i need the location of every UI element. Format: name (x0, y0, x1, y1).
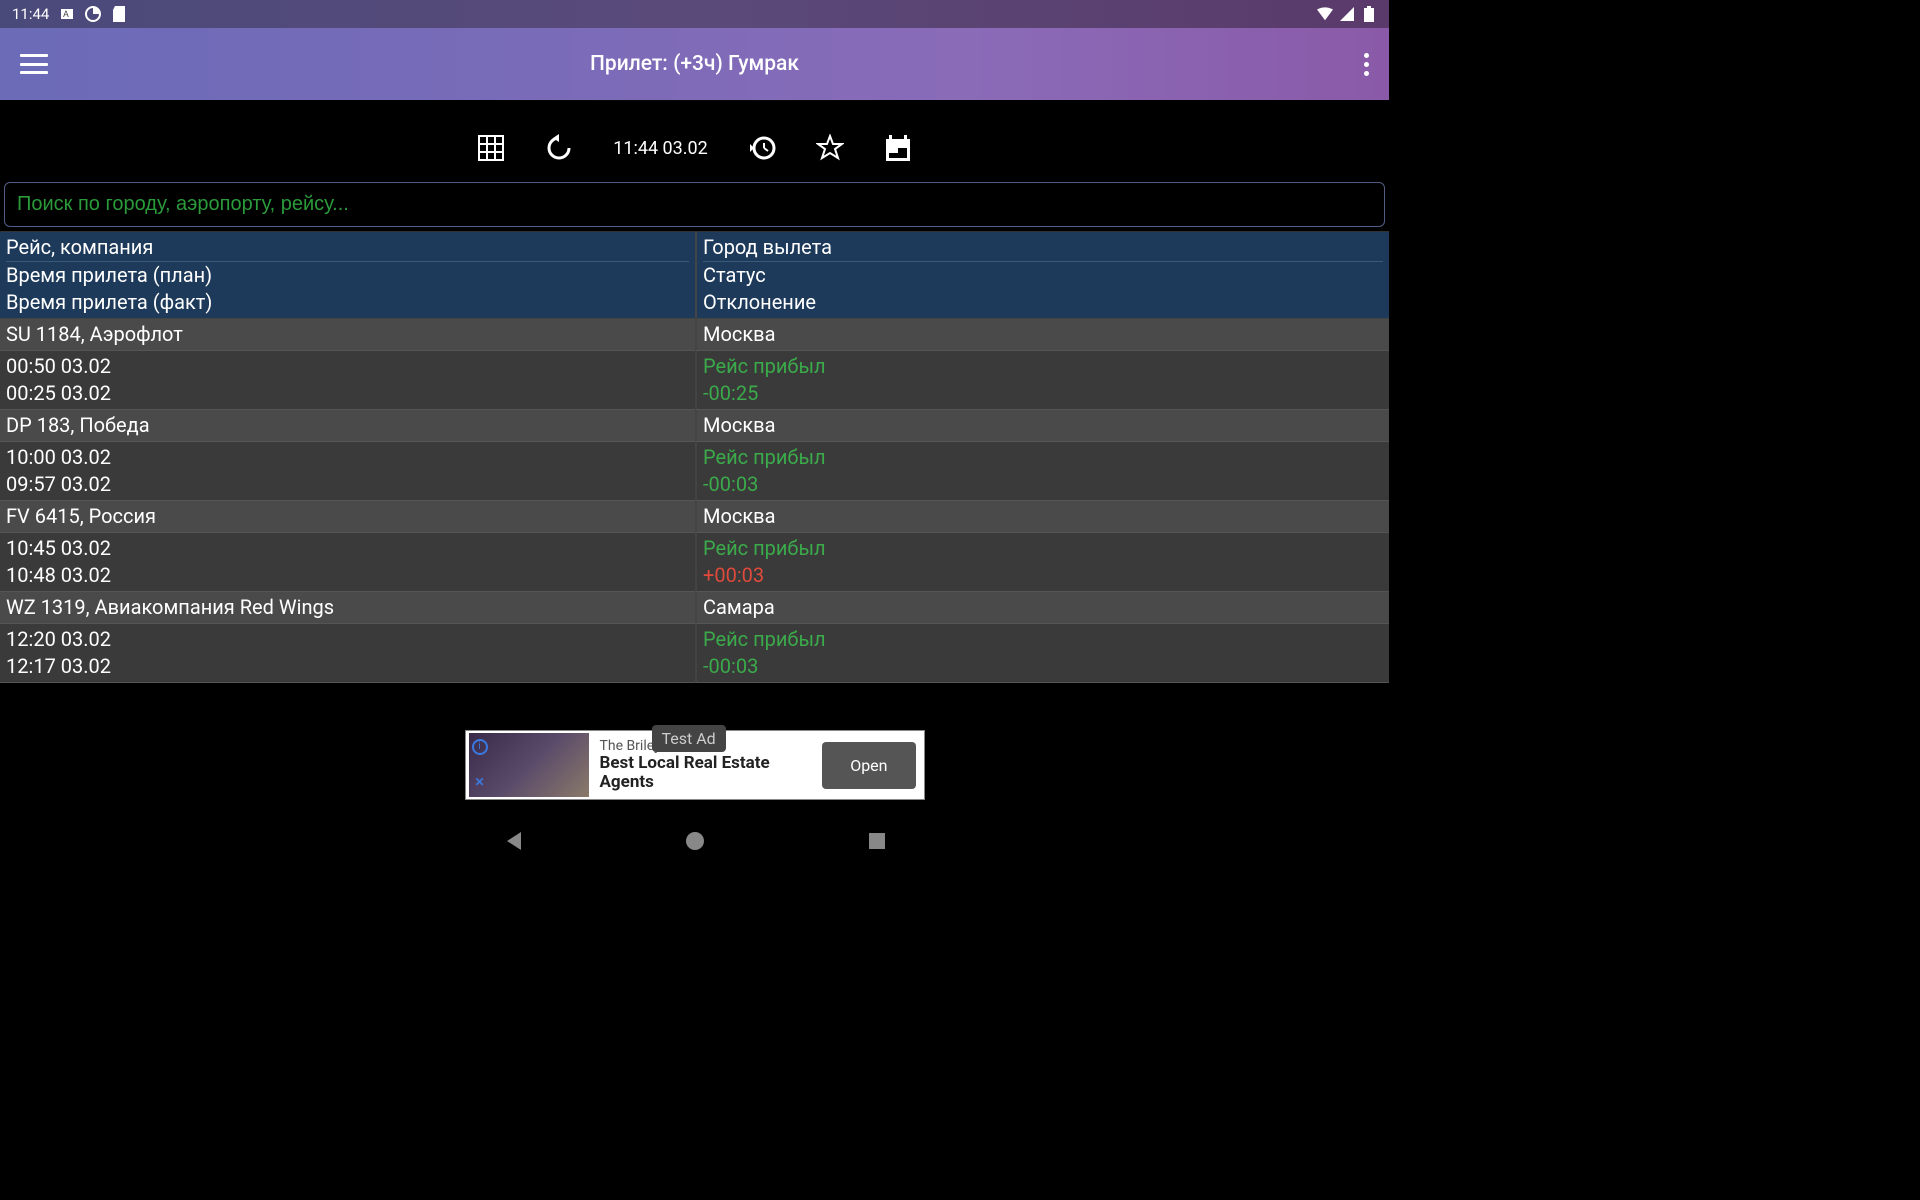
page-title: Прилет: (+3ч) Гумрак (590, 52, 799, 76)
cell-status: Рейс прибыл (703, 353, 1383, 380)
cell-city: Москва (695, 501, 1389, 533)
ad-banner[interactable]: i ✕ The Briley Best Local Real Estate Ag… (465, 730, 925, 800)
home-button[interactable] (684, 830, 706, 852)
table-row[interactable]: WZ 1319, Авиакомпания Red WingsСамара (0, 592, 1389, 624)
header-curve (0, 100, 1389, 118)
cell-deviation: -00:03 (703, 653, 1383, 680)
cell-flight: DP 183, Победа (0, 410, 695, 442)
cell-flight: WZ 1319, Авиакомпания Red Wings (0, 592, 695, 624)
cell-plan-time: 12:20 03.02 (6, 626, 689, 653)
cell-city: Москва (695, 410, 1389, 442)
signal-icon (1339, 6, 1355, 22)
cell-flight: FV 6415, Россия (0, 501, 695, 533)
header-deviation: Отклонение (703, 289, 1383, 316)
overflow-menu-button[interactable] (1364, 53, 1369, 76)
calendar-button[interactable] (884, 134, 912, 162)
history-button[interactable] (748, 134, 776, 162)
status-bar: 11:44 A (0, 0, 1389, 28)
table-row[interactable]: SU 1184, АэрофлотМосква (0, 319, 1389, 351)
header-arrival-fact: Время прилета (факт) (6, 289, 689, 316)
ad-badge: Test Ad (652, 725, 726, 752)
cell-fact-time: 12:17 03.02 (6, 653, 689, 680)
wifi-icon (1317, 6, 1333, 22)
cell-city: Москва (695, 319, 1389, 351)
refresh-button[interactable] (545, 134, 573, 162)
cell-plan-time: 10:00 03.02 (6, 444, 689, 471)
app-bar: Прилет: (+3ч) Гумрак (0, 28, 1389, 100)
ad-close-icon[interactable]: ✕ (472, 775, 488, 791)
ad-cta-button[interactable]: Open (822, 742, 915, 789)
ad-image: i ✕ (469, 733, 589, 797)
cell-plan-time: 10:45 03.02 (6, 535, 689, 562)
table-row[interactable]: FV 6415, РоссияМосква (0, 501, 1389, 533)
sd-card-icon (111, 6, 127, 22)
cell-fact-time: 10:48 03.02 (6, 562, 689, 589)
status-time: 11:44 (12, 5, 49, 23)
ad-info-icon[interactable]: i (472, 739, 488, 755)
table-row[interactable]: 00:50 03.0200:25 03.02 Рейс прибыл-00:25 (0, 351, 1389, 410)
cell-plan-time: 00:50 03.02 (6, 353, 689, 380)
header-flight-company: Рейс, компания (6, 234, 689, 261)
header-status: Статус (703, 261, 1383, 289)
cell-city: Самара (695, 592, 1389, 624)
menu-button[interactable] (20, 54, 48, 74)
favorite-button[interactable] (816, 134, 844, 162)
header-departure-city: Город вылета (703, 234, 1383, 261)
cell-deviation: +00:03 (703, 562, 1383, 589)
circle-icon (85, 6, 101, 22)
search-input[interactable] (4, 182, 1385, 227)
table-row[interactable]: 10:45 03.0210:48 03.02 Рейс прибыл+00:03 (0, 533, 1389, 592)
cell-status: Рейс прибыл (703, 626, 1383, 653)
back-button[interactable] (502, 830, 524, 852)
svg-text:A: A (63, 10, 69, 20)
navigation-bar (0, 814, 1389, 868)
cell-deviation: -00:03 (703, 471, 1383, 498)
recents-button[interactable] (866, 830, 888, 852)
table-row[interactable]: 12:20 03.0212:17 03.02 Рейс прибыл-00:03 (0, 624, 1389, 683)
header-arrival-plan: Время прилета (план) (6, 261, 689, 289)
cell-fact-time: 09:57 03.02 (6, 471, 689, 498)
flights-table: Рейс, компания Время прилета (план) Врем… (0, 231, 1389, 683)
cell-flight: SU 1184, Аэрофлот (0, 319, 695, 351)
toolbar-datetime: 11:44 03.02 (613, 138, 708, 159)
toolbar: 11:44 03.02 (0, 118, 1389, 178)
cell-status: Рейс прибыл (703, 444, 1383, 471)
cell-fact-time: 00:25 03.02 (6, 380, 689, 407)
cell-deviation: -00:25 (703, 380, 1383, 407)
cell-status: Рейс прибыл (703, 535, 1383, 562)
table-header-row: Рейс, компания Время прилета (план) Врем… (0, 232, 1389, 319)
keyboard-icon: A (59, 6, 75, 22)
table-row[interactable]: DP 183, ПобедаМосква (0, 410, 1389, 442)
grid-button[interactable] (477, 134, 505, 162)
battery-icon (1361, 6, 1377, 22)
ad-title: Best Local Real Estate Agents (600, 754, 807, 791)
table-row[interactable]: 10:00 03.0209:57 03.02 Рейс прибыл-00:03 (0, 442, 1389, 501)
